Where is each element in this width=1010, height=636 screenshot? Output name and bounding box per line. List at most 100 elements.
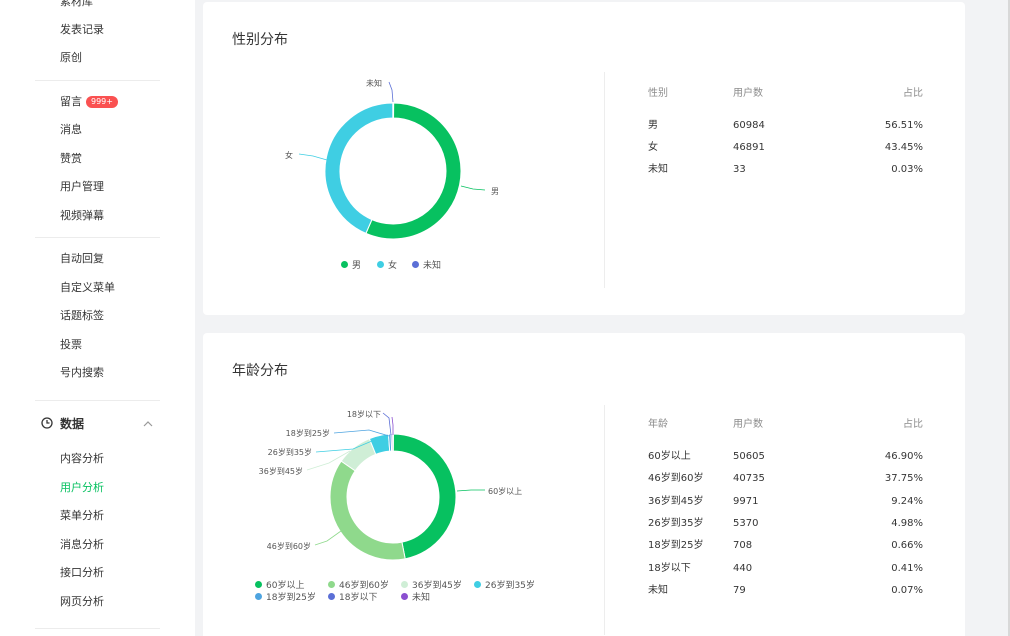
leader-line-2 [388, 81, 394, 103]
leader-line-1 [298, 153, 328, 161]
sidebar-item-label: 用户分析 [60, 481, 104, 494]
age-distribution-card: 年龄分布 60岁以上 46岁到60岁 36岁到45岁 26岁到35岁 18岁到25岁 18… [203, 333, 965, 636]
legend-item[interactable]: 男 [341, 260, 361, 272]
sidebar-item-messages[interactable]: 消息 [60, 122, 82, 138]
table-cell-count: 33 [733, 164, 746, 175]
sidebar-item-label: 视频弹幕 [60, 209, 104, 222]
slice-label-5: 18岁以下 [347, 409, 381, 419]
slice-label-3: 26岁到35岁 [268, 447, 312, 457]
sidebar-item-video-danmaku[interactable]: 视频弹幕 [60, 208, 104, 224]
donut-slice-1 [329, 460, 406, 561]
sidebar-item-comments[interactable]: 留言 999+ [60, 94, 118, 110]
table-cell-count: 40735 [733, 473, 765, 485]
sidebar-item-user-management[interactable]: 用户管理 [60, 179, 104, 195]
sidebar-item-label: 自定义菜单 [60, 281, 115, 294]
age-card-divider [604, 405, 605, 635]
table-header: 占比 [903, 88, 923, 99]
slice-label-2: 36岁到45岁 [259, 466, 303, 476]
sidebar-item-publish-record[interactable]: 发表记录 [60, 22, 104, 38]
sidebar-item-label: 留言 [60, 95, 82, 108]
sidebar-item-label: 网页分析 [60, 595, 104, 608]
donut-slice-0 [365, 102, 462, 240]
sidebar-item-label: 投票 [60, 338, 82, 351]
sidebar-section-data[interactable]: 数据 [41, 416, 161, 432]
sidebar-item-label: 用户管理 [60, 180, 104, 193]
legend-item[interactable]: 46岁到60岁 [328, 580, 389, 592]
table-cell-label: 18岁到25岁 [648, 540, 704, 552]
sidebar-item-webpage-analysis[interactable]: 网页分析 [60, 594, 104, 610]
comments-count-badge: 999+ [86, 96, 118, 108]
legend-label: 未知 [412, 593, 431, 603]
sidebar-item-user-analysis[interactable]: 用户分析 [60, 480, 104, 496]
legend-item[interactable]: 女 [377, 260, 397, 272]
legend-marker [328, 593, 335, 600]
table-cell-count: 79 [733, 584, 746, 596]
sidebar-item-topic-tags[interactable]: 话题标签 [60, 308, 104, 324]
sidebar-item-appreciation[interactable]: 赞赏 [60, 151, 82, 167]
sidebar-item-custom-menu[interactable]: 自定义菜单 [60, 280, 115, 296]
legend-item[interactable]: 18岁以下 [328, 592, 377, 604]
legend-marker [255, 581, 262, 588]
sidebar-divider [35, 237, 160, 238]
sidebar-item-content-analysis[interactable]: 内容分析 [60, 451, 104, 467]
legend-item[interactable]: 未知 [412, 260, 441, 272]
slice-label-0: 男 [491, 187, 499, 196]
sidebar-item-label: 菜单分析 [60, 509, 104, 522]
sidebar-item-label: 消息 [60, 123, 82, 136]
sidebar-item-in-account-search[interactable]: 号内搜索 [60, 365, 104, 381]
legend-marker [328, 581, 335, 588]
sidebar-item-message-analysis[interactable]: 消息分析 [60, 537, 104, 553]
leader-line-0 [460, 185, 486, 191]
legend-item[interactable]: 未知 [401, 592, 430, 604]
sidebar-item-material-library[interactable]: 素材库 [60, 0, 93, 10]
sidebar-item-auto-reply[interactable]: 自动回复 [60, 251, 104, 267]
sidebar-item-label: 号内搜索 [60, 366, 104, 379]
table-cell-label: 26岁到35岁 [648, 517, 704, 529]
sidebar-item-label: 原创 [60, 51, 82, 64]
table-cell-count: 60984 [733, 120, 765, 131]
sidebar-divider [35, 400, 160, 401]
table-cell-count: 708 [733, 540, 753, 552]
donut-slice-6 [392, 433, 394, 452]
table-header: 占比 [903, 419, 923, 430]
legend-marker [401, 593, 408, 600]
sidebar-item-original[interactable]: 原创 [60, 50, 82, 66]
table-cell-pct: 0.03% [891, 164, 923, 175]
legend-label: 36岁到45岁 [412, 581, 462, 591]
sidebar-item-label: 赞赏 [60, 152, 82, 165]
sidebar-item-menu-analysis[interactable]: 菜单分析 [60, 508, 104, 524]
table-cell-pct: 46.90% [884, 451, 923, 462]
sidebar-item-label: 接口分析 [60, 566, 104, 579]
legend-item[interactable]: 18岁到25岁 [255, 592, 316, 604]
slice-label-1: 女 [285, 150, 293, 160]
table-cell-label: 60岁以上 [648, 451, 691, 462]
table-cell-label: 18岁以下 [648, 562, 691, 574]
table-cell-count: 5370 [733, 517, 759, 529]
sidebar-item-label: 内容分析 [60, 452, 104, 465]
sidebar-item-label: 素材库 [60, 0, 93, 8]
sidebar-section-label: 数据 [60, 417, 85, 431]
legend-item[interactable]: 26岁到35岁 [474, 580, 535, 592]
table-cell-pct: 56.51% [884, 120, 923, 131]
table-header: 用户数 [733, 88, 763, 99]
sidebar-item-vote[interactable]: 投票 [60, 337, 82, 353]
slice-label-2: 未知 [366, 78, 382, 88]
table-cell-label: 36岁到45岁 [648, 495, 704, 507]
sidebar-divider [35, 80, 160, 81]
leader-line-6 [391, 416, 394, 435]
table-header: 用户数 [733, 419, 763, 430]
table-cell-label: 女 [648, 142, 658, 153]
donut-slice-1 [324, 102, 394, 235]
sidebar-item-label: 消息分析 [60, 538, 104, 551]
table-cell-label: 46岁到60岁 [648, 473, 704, 485]
donut-slice-0 [392, 433, 457, 560]
table-cell-count: 46891 [733, 142, 765, 153]
legend-item[interactable]: 60岁以上 [255, 580, 304, 592]
sidebar-item-api-analysis[interactable]: 接口分析 [60, 565, 104, 581]
legend-item[interactable]: 36岁到45岁 [401, 580, 462, 592]
leader-line-5 [382, 412, 392, 436]
legend-label: 18岁以下 [339, 593, 378, 603]
table-header: 年龄 [648, 419, 668, 430]
table-cell-count: 50605 [733, 451, 765, 462]
chevron-up-icon[interactable] [142, 418, 154, 430]
